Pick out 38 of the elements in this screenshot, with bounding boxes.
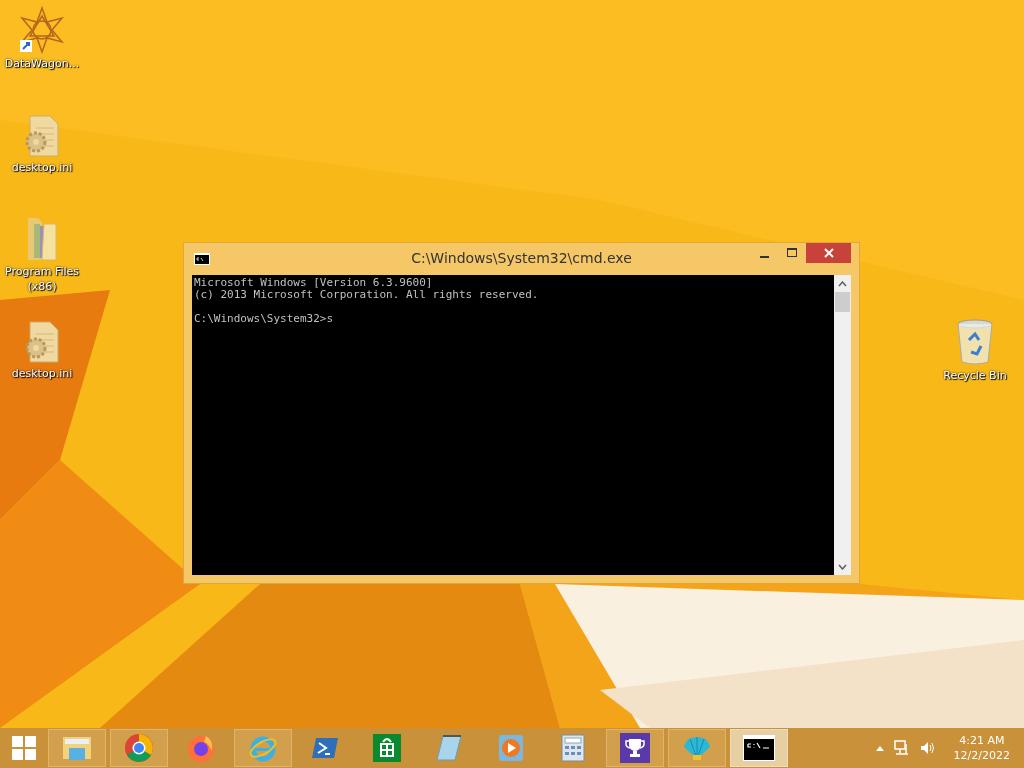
scroll-thumb[interactable]: [835, 292, 850, 312]
command-prompt-icon: [194, 253, 210, 265]
powershell-icon: [311, 736, 339, 760]
volume-icon[interactable]: [919, 740, 936, 756]
console-text: (c) 2013 Microsoft Corporation. All rights reserved.: [194, 289, 540, 301]
show-hidden-icons-icon[interactable]: [875, 745, 884, 751]
close-button[interactable]: [806, 243, 851, 263]
window-title: C:\Windows\System32\cmd.exe: [411, 250, 632, 266]
calculator-icon: [561, 734, 585, 762]
desktop-icon-label[interactable]: desktop.ini: [11, 366, 73, 381]
console-text: Microsoft Windows [Version 6.3.9600]: [194, 277, 434, 289]
close-icon: [823, 248, 834, 258]
folder-icon: [62, 734, 92, 762]
chrome-icon: [124, 733, 154, 763]
desktop-icon-label[interactable]: desktop.ini: [11, 160, 73, 175]
trophy-icon: [620, 733, 650, 763]
command-prompt-icon: [743, 735, 775, 761]
shell-icon: [682, 735, 712, 761]
clock[interactable]: 4:21 AM 12/2/2022: [953, 733, 1010, 763]
taskbar-app-button[interactable]: [606, 729, 664, 767]
desktop-icon-label[interactable]: DataWagon...: [4, 56, 80, 71]
console-prompt: C:\Windows\System32>s: [194, 313, 335, 325]
firefox-icon: [186, 733, 216, 763]
scroll-up-icon[interactable]: [838, 280, 847, 287]
scroll-down-icon[interactable]: [838, 563, 847, 570]
star-shortcut-icon: [18, 6, 66, 54]
maximize-icon: [786, 248, 798, 258]
media-player-icon: [498, 734, 524, 762]
taskbar-app-button[interactable]: [730, 729, 788, 767]
notepad-icon: [435, 734, 463, 762]
scrollbar[interactable]: [834, 275, 851, 575]
windows-logo-icon: [12, 736, 36, 760]
network-icon[interactable]: [893, 740, 910, 756]
desktop-icon-label[interactable]: Program Files (x86): [0, 264, 84, 294]
recycle-bin-icon: [955, 318, 995, 366]
desktop-icon-label[interactable]: Recycle Bin: [943, 368, 1007, 383]
minimize-icon: [759, 255, 769, 258]
store-icon: [373, 734, 401, 762]
